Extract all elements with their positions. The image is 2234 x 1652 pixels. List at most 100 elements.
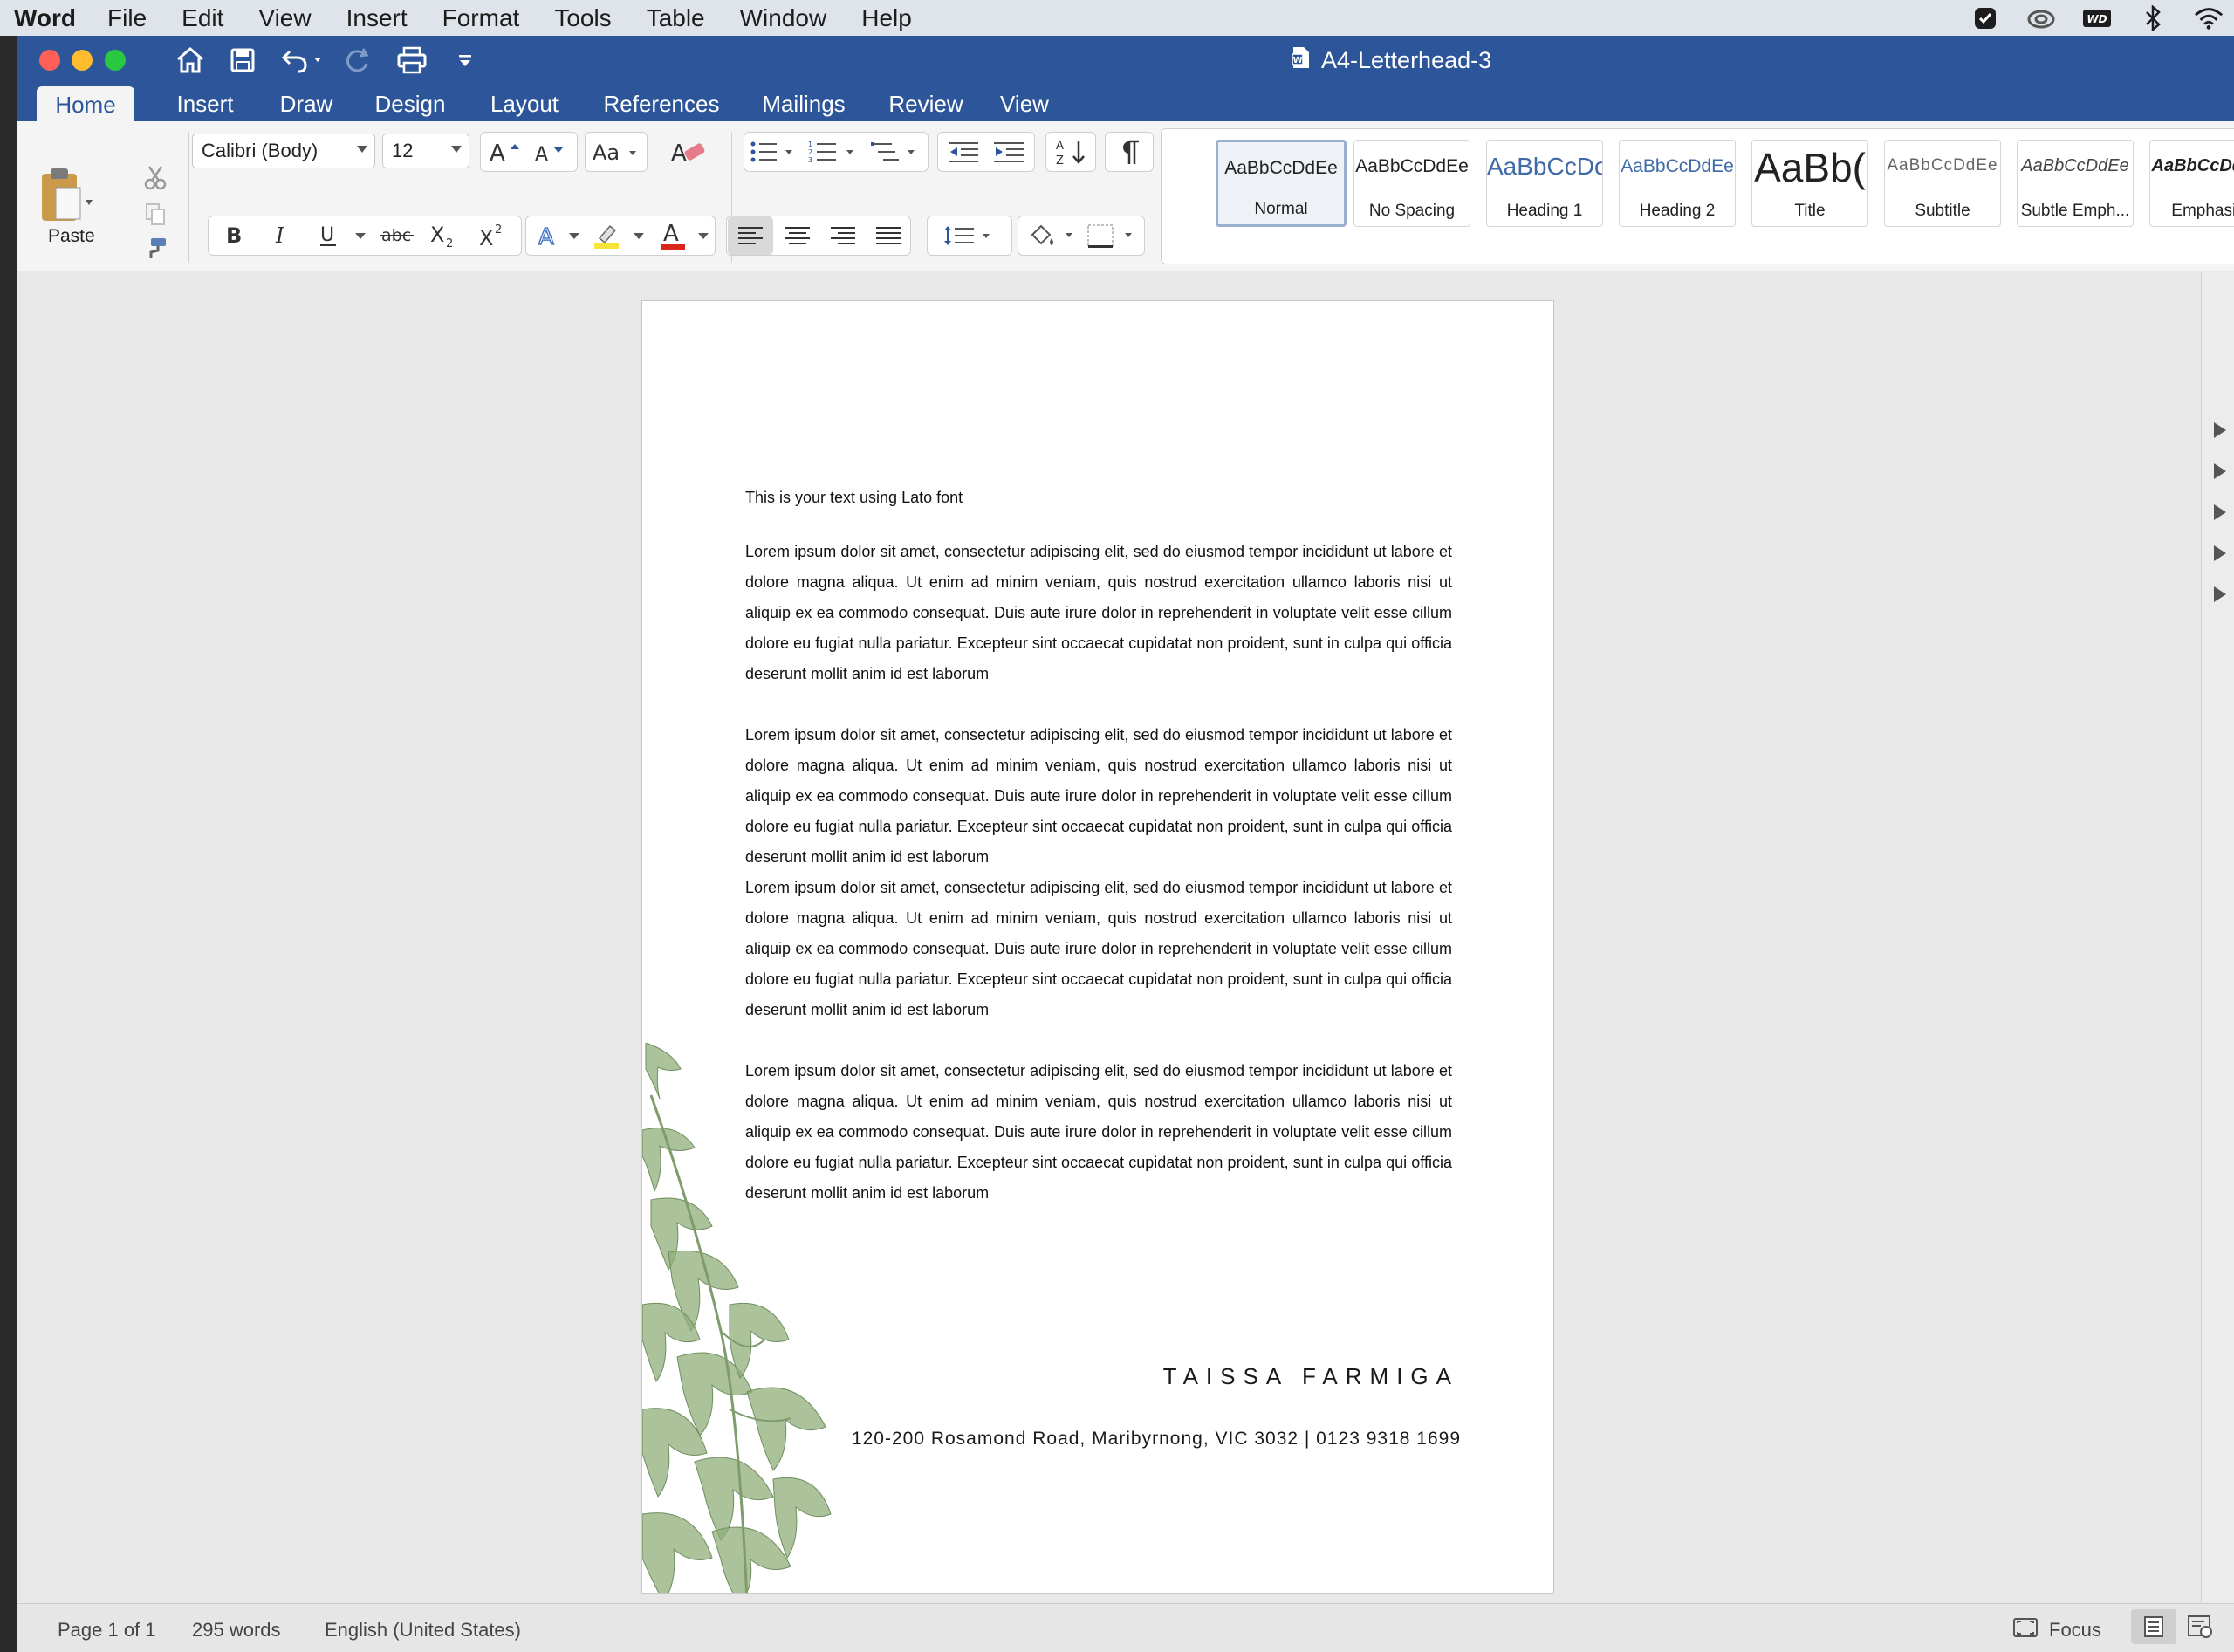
print-icon[interactable] [393,43,431,78]
creative-cloud-icon[interactable] [2026,3,2056,33]
copy-icon[interactable] [140,198,171,230]
document-page[interactable]: This is your text using Lato font Lorem … [641,300,1554,1594]
style-normal[interactable]: AaBbCcDdEe Normal [1216,140,1347,227]
signature-address[interactable]: 120-200 Rosamond Road, Maribyrnong, VIC … [852,1429,1461,1450]
home-icon[interactable] [173,43,208,78]
highlight-color-button[interactable] [586,216,627,255]
text-effects-options-button[interactable] [565,216,583,255]
align-right-button[interactable] [820,216,866,255]
menu-view[interactable]: View [258,4,311,32]
decrease-font-size-button[interactable]: A [529,133,572,171]
signature-name[interactable]: TAISSA FARMIGA [1163,1363,1459,1390]
customize-toolbar-icon[interactable] [452,43,478,78]
word-count[interactable]: 295 words [192,1619,281,1642]
menu-help[interactable]: Help [861,4,912,32]
font-color-options-button[interactable] [695,216,712,255]
redo-icon[interactable] [340,43,375,78]
wd-drive-icon[interactable]: WD [2082,3,2112,33]
underline-button[interactable]: U [307,216,349,255]
shading-button[interactable] [1021,216,1082,255]
line-spacing-button[interactable] [930,216,1009,255]
focus-icon[interactable] [2012,1616,2039,1644]
menu-app-name[interactable]: Word [14,4,76,32]
numbering-button[interactable]: 123 [806,133,864,171]
tab-layout[interactable]: Layout [469,86,579,121]
menu-tools[interactable]: Tools [554,4,611,32]
focus-button[interactable]: Focus [2049,1619,2101,1642]
cut-icon[interactable] [140,161,171,193]
bold-button[interactable]: B [213,216,255,255]
minimize-window-button[interactable] [72,50,93,71]
font-name-select[interactable]: Calibri (Body) [192,134,375,168]
menu-table[interactable]: Table [647,4,705,32]
tab-view[interactable]: View [981,86,1068,121]
style-heading-1[interactable]: AaBbCcDc Heading 1 [1486,140,1603,227]
font-size-value: 12 [392,140,414,161]
bullets-button[interactable] [747,133,801,171]
show-formatting-marks-button[interactable] [1107,133,1152,171]
change-case-button[interactable]: Aa [588,133,644,171]
save-icon[interactable] [225,43,260,78]
expand-pane-icon[interactable] [2214,463,2226,479]
format-painter-icon[interactable] [140,233,171,264]
undo-icon[interactable] [276,43,328,78]
tab-design[interactable]: Design [358,86,463,121]
style-emphasis[interactable]: AaBbCcDdEe Emphasis [2149,140,2234,227]
decrease-indent-button[interactable] [941,133,986,171]
style-title[interactable]: AaBb( Title [1751,140,1868,227]
menu-insert[interactable]: Insert [346,4,408,32]
font-size-select[interactable]: 12 [382,134,469,168]
menu-file[interactable]: File [107,4,147,32]
align-center-button[interactable] [775,216,820,255]
expand-pane-icon[interactable] [2214,422,2226,438]
body-paragraph[interactable]: Lorem ipsum dolor sit amet, consectetur … [745,720,1452,873]
multilevel-list-button[interactable] [869,133,925,171]
strikethrough-button[interactable]: abc [375,216,419,255]
language-indicator[interactable]: English (United States) [325,1619,521,1642]
style-no-spacing[interactable]: AaBbCcDdEe No Spacing [1353,140,1470,227]
page-count[interactable]: Page 1 of 1 [58,1619,156,1642]
justify-button[interactable] [866,216,911,255]
tab-draw[interactable]: Draw [262,86,351,121]
clear-formatting-button[interactable]: A [665,133,712,171]
subscript-button[interactable]: X2 [422,216,466,255]
web-layout-view-icon[interactable] [2187,1614,2213,1644]
increase-indent-button[interactable] [986,133,1031,171]
style-name: Normal [1254,200,1308,218]
tab-references[interactable]: References [583,86,740,121]
font-color-button[interactable]: A [653,216,693,255]
close-window-button[interactable] [39,50,60,71]
body-paragraph[interactable]: Lorem ipsum dolor sit amet, consectetur … [745,537,1452,689]
body-paragraph[interactable]: Lorem ipsum dolor sit amet, consectetur … [745,873,1452,1025]
sort-button[interactable]: AZ [1047,133,1094,171]
bluetooth-icon[interactable] [2138,3,2168,33]
zoom-window-button[interactable] [105,50,126,71]
italic-button[interactable]: I [260,216,302,255]
menu-window[interactable]: Window [740,4,827,32]
wifi-icon[interactable] [2194,3,2224,33]
checkmark-app-icon[interactable] [1970,3,2000,33]
borders-button[interactable] [1082,216,1143,255]
expand-pane-icon[interactable] [2214,504,2226,520]
style-subtle-emphasis[interactable]: AaBbCcDdEe Subtle Emph... [2017,140,2134,227]
style-subtitle[interactable]: AaBbCcDdEe Subtitle [1884,140,2001,227]
tab-review[interactable]: Review [871,86,981,121]
expand-pane-icon[interactable] [2214,545,2226,561]
highlight-options-button[interactable] [630,216,648,255]
style-heading-2[interactable]: AaBbCcDdEe Heading 2 [1619,140,1736,227]
tab-mailings[interactable]: Mailings [740,86,867,121]
increase-font-size-button[interactable]: A [483,133,527,171]
align-left-button[interactable] [728,216,773,255]
svg-text:2: 2 [446,237,453,249]
superscript-button[interactable]: X2 [471,216,515,255]
menu-format[interactable]: Format [442,4,520,32]
tab-home[interactable]: Home [37,86,134,123]
expand-pane-icon[interactable] [2214,586,2226,602]
underline-options-button[interactable] [349,216,372,255]
print-layout-view-button[interactable] [2131,1609,2176,1644]
menu-edit[interactable]: Edit [182,4,223,32]
tab-insert[interactable]: Insert [157,86,253,121]
styles-gallery: AaBbCcDdEe Normal AaBbCcDdEe No Spacing … [1161,128,2234,264]
intro-line[interactable]: This is your text using Lato font [745,489,963,507]
style-sample: AaBbCcDdEe [1224,158,1338,178]
